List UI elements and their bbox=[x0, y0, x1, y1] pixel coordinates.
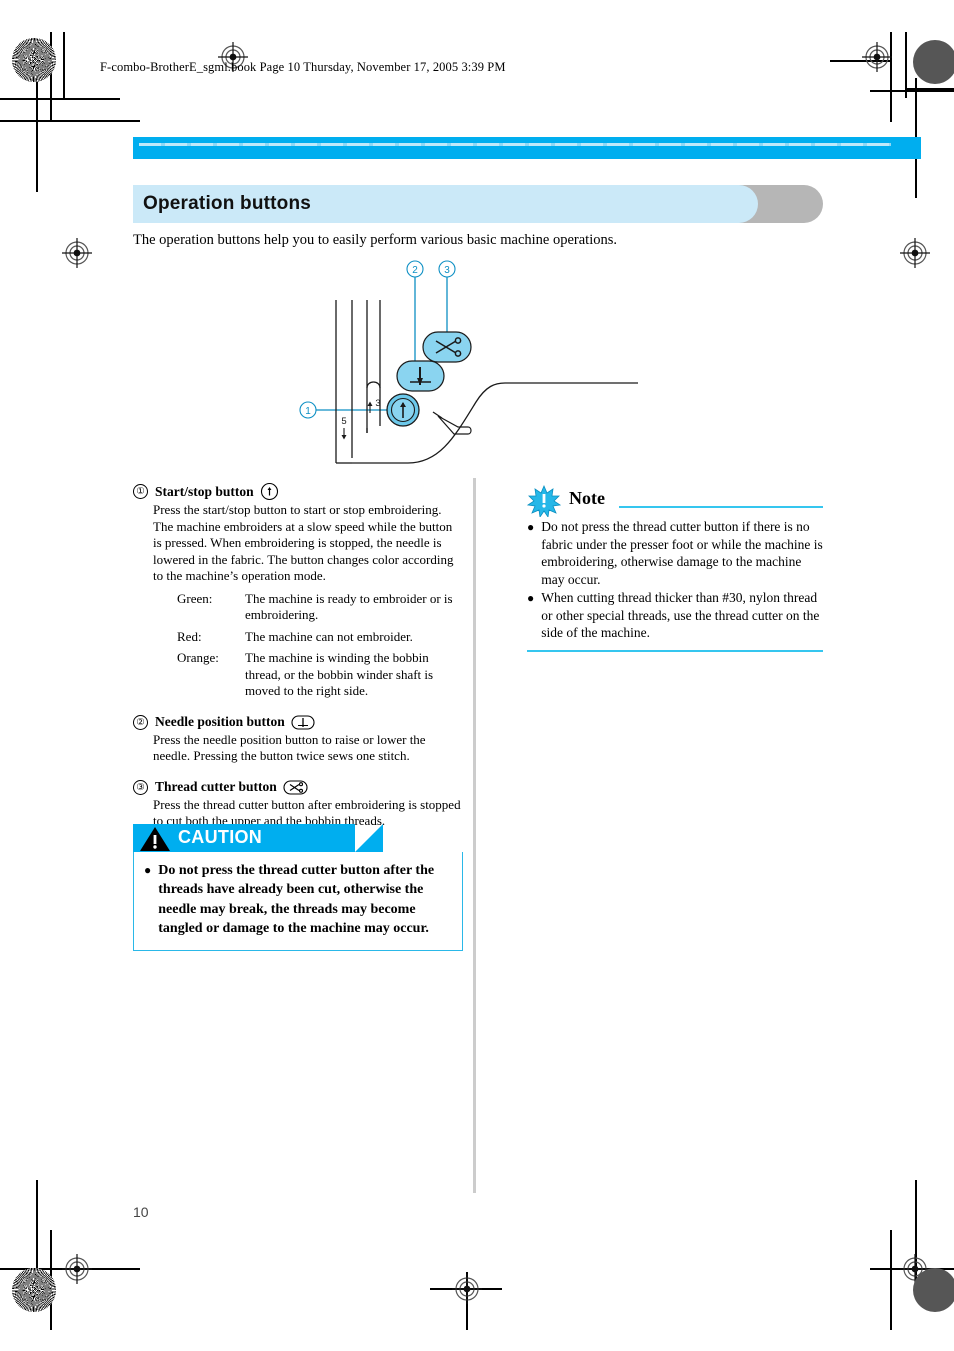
halftone-density-patch bbox=[12, 1268, 56, 1312]
bullet-row: ● Do not press the thread cutter button … bbox=[144, 861, 452, 938]
crop-line bbox=[0, 120, 140, 122]
svg-text:2: 2 bbox=[412, 265, 418, 276]
callout-3: 3 bbox=[438, 260, 456, 332]
start-stop-button[interactable] bbox=[386, 393, 420, 427]
warning-triangle-icon bbox=[140, 827, 170, 851]
section-heading: Operation buttons bbox=[133, 185, 823, 223]
halftone-density-patch bbox=[12, 38, 56, 82]
mode-description: The machine is ready to embroider or is … bbox=[245, 590, 453, 623]
item-title: Needle position button bbox=[155, 714, 285, 729]
registration-target-icon bbox=[900, 238, 930, 268]
note-text: When cutting thread thicker than #30, ny… bbox=[541, 590, 820, 641]
running-header: F-combo-BrotherE_sgml.book Page 10 Thurs… bbox=[100, 60, 506, 74]
svg-text:3: 3 bbox=[444, 265, 450, 276]
solid-density-patch bbox=[913, 40, 954, 84]
mode-name: Orange: bbox=[177, 650, 219, 665]
thread-cutter-button[interactable] bbox=[422, 331, 472, 363]
mode-description: The machine is winding the bobbin thread… bbox=[245, 650, 434, 698]
mode-description: The machine can not embroider. bbox=[245, 628, 413, 644]
top-decorative-rule bbox=[133, 137, 921, 159]
item-number: ① bbox=[133, 484, 148, 499]
caution-label: CAUTION bbox=[178, 827, 263, 847]
left-column: ① Start/stop button Press the start/stop… bbox=[133, 482, 463, 841]
registration-target-icon bbox=[452, 1274, 482, 1304]
needle-position-icon bbox=[291, 714, 315, 731]
mode-name: Red: bbox=[177, 628, 202, 644]
item-heading: ② Needle position button bbox=[133, 714, 463, 731]
item-title: Start/stop button bbox=[155, 483, 254, 499]
bullet-row: ● When cutting thread thicker than #30, … bbox=[527, 589, 823, 642]
list-item: ① Start/stop button Press the start/stop… bbox=[133, 482, 463, 700]
column-divider bbox=[473, 478, 476, 1193]
item-number: ② bbox=[133, 714, 148, 730]
solid-density-patch bbox=[913, 1268, 954, 1312]
crop-line bbox=[870, 90, 954, 92]
item-title: Thread cutter button bbox=[155, 779, 277, 794]
callout-2: 2 bbox=[406, 260, 424, 365]
item-body: Press the needle position button to rais… bbox=[153, 731, 426, 764]
crop-line bbox=[36, 72, 38, 192]
note-text: Do not press the thread cutter button if… bbox=[541, 519, 823, 587]
crop-line bbox=[0, 98, 120, 100]
item-heading: ① Start/stop button bbox=[133, 482, 463, 501]
caution-text: Do not press the thread cutter button af… bbox=[158, 863, 435, 936]
machine-body-outline bbox=[335, 300, 638, 464]
start-stop-icon bbox=[260, 482, 279, 501]
svg-text:3: 3 bbox=[375, 398, 380, 409]
thread-cutter-icon bbox=[283, 779, 308, 796]
note-rule-bottom bbox=[527, 649, 823, 652]
caution-banner: CAUTION bbox=[133, 824, 383, 852]
crop-line bbox=[63, 32, 65, 98]
top-rule-dashes bbox=[139, 143, 891, 146]
bullet-dot-icon: ● bbox=[527, 591, 535, 606]
bullet-row: ● Do not press the thread cutter button … bbox=[527, 518, 823, 588]
item-number: ③ bbox=[133, 779, 148, 795]
crop-line bbox=[905, 88, 954, 90]
bullet-dot-icon: ● bbox=[527, 520, 535, 534]
needle-position-button[interactable] bbox=[396, 360, 445, 392]
document-page: F-combo-BrotherE_sgml.book Page 10 Thurs… bbox=[0, 0, 954, 1351]
note-box: Note ● Do not press the thread cutter bu… bbox=[527, 485, 823, 652]
mode-row: Green: The machine is ready to embroider… bbox=[177, 591, 463, 624]
machine-illustration: 2 3 1 5 3 bbox=[299, 260, 638, 464]
svg-text:1: 1 bbox=[305, 406, 311, 417]
note-body: ● Do not press the thread cutter button … bbox=[527, 518, 823, 642]
list-item: ③ Thread cutter button Press the thread bbox=[133, 779, 463, 830]
mode-name: Green: bbox=[177, 590, 213, 606]
item-body: Press the start/stop button to start or … bbox=[153, 502, 454, 583]
page-number: 10 bbox=[133, 1204, 149, 1220]
list-item: ② Needle position button Press the needl… bbox=[133, 714, 463, 765]
mode-row: Red: The machine can not embroider. bbox=[177, 629, 463, 646]
page-title: Operation buttons bbox=[143, 193, 312, 214]
note-header: Note bbox=[527, 485, 823, 517]
svg-text:5: 5 bbox=[341, 416, 346, 427]
registration-target-icon bbox=[62, 1254, 92, 1284]
intro-paragraph: The operation buttons help you to easily… bbox=[133, 232, 618, 248]
crop-line bbox=[890, 1230, 892, 1330]
registration-target-icon bbox=[62, 238, 92, 268]
note-rule-top bbox=[619, 506, 823, 508]
mode-row: Orange: The machine is winding the bobbi… bbox=[177, 650, 463, 700]
caution-box: CAUTION ● Do not press the thread cutter… bbox=[133, 824, 463, 952]
scale-marks: 5 3 bbox=[341, 398, 381, 440]
registration-target-icon bbox=[862, 42, 892, 72]
mode-list: Green: The machine is ready to embroider… bbox=[177, 591, 463, 700]
bullet-dot-icon: ● bbox=[144, 863, 152, 877]
note-starburst-icon bbox=[527, 485, 561, 517]
note-title: Note bbox=[569, 488, 605, 508]
caution-body: ● Do not press the thread cutter button … bbox=[133, 852, 463, 952]
item-heading: ③ Thread cutter button bbox=[133, 779, 463, 796]
